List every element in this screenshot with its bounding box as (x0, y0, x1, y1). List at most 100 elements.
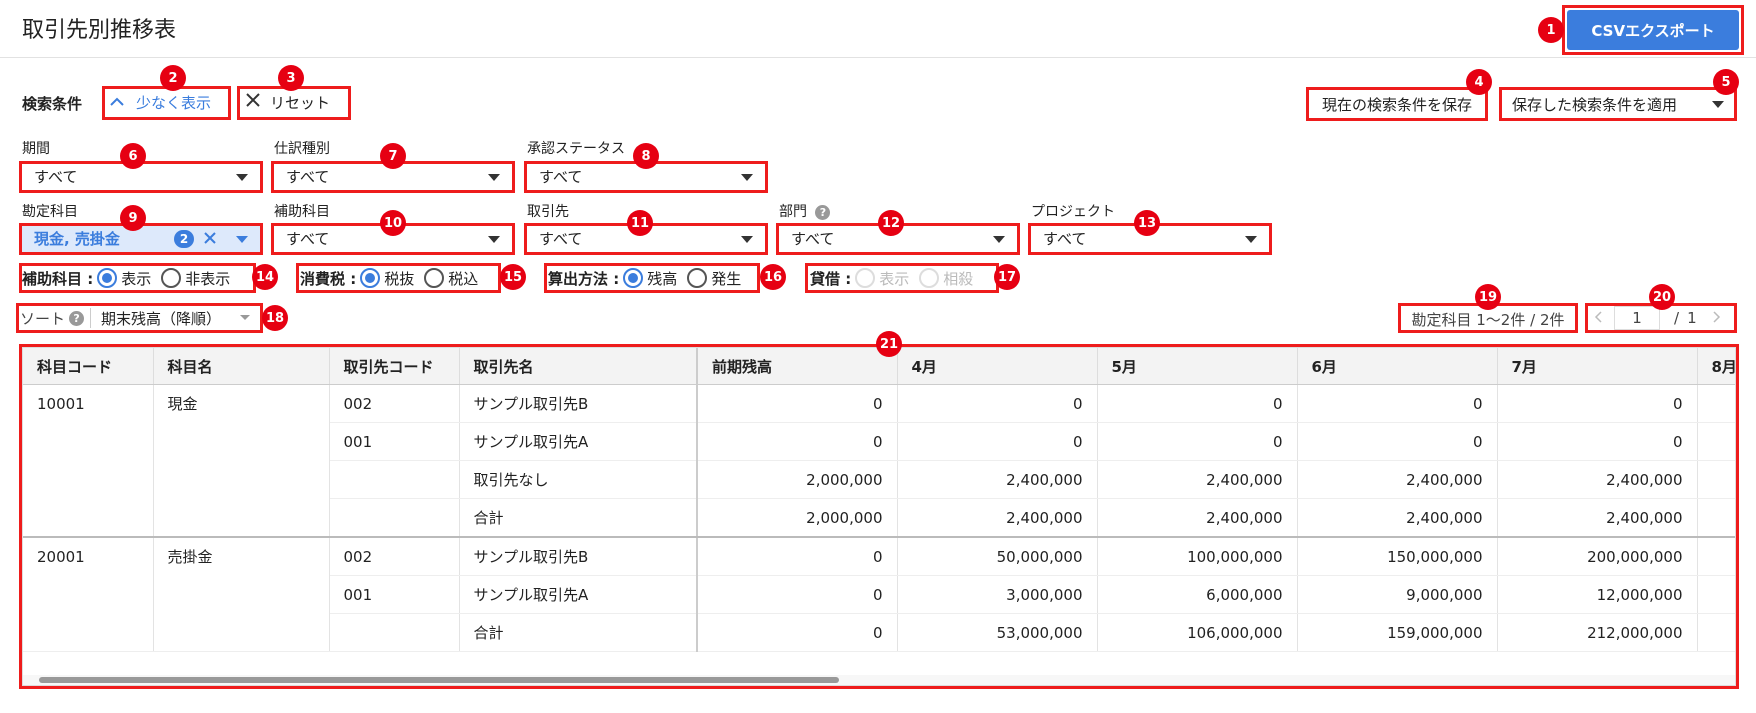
tax-option: 消費税 : 税抜 税込 (300, 266, 488, 290)
table-cell: サンプル取引先A (459, 575, 698, 614)
radio-icon (919, 268, 940, 288)
table-cell (329, 498, 460, 538)
column-header[interactable]: 7月 (1497, 348, 1698, 385)
column-header[interactable]: 科目名 (153, 348, 330, 385)
clear-icon[interactable] (204, 230, 216, 248)
apply-saved-label: 保存した検索条件を適用 (1512, 95, 1678, 114)
column-header[interactable]: 4月 (897, 348, 1098, 385)
page-separator: / (1674, 309, 1680, 327)
table-cell: 2,400,000 (1097, 498, 1298, 538)
table-cell: 9,000,000 (1297, 575, 1498, 614)
radio-balance[interactable]: 残高 (623, 268, 677, 289)
table-cell: 0 (897, 422, 1098, 461)
help-icon[interactable]: ? (69, 310, 85, 326)
help-icon[interactable]: ? (815, 204, 831, 220)
data-table-container[interactable]: 科目コード 科目名 取引先コード 取引先名 前期残高 4月 5月 6月 7月 8… (22, 347, 1736, 686)
table-cell: 002 (329, 384, 460, 423)
horizontal-scrollbar[interactable] (23, 675, 1735, 685)
save-search-button[interactable]: 現在の検索条件を保存 (1310, 89, 1484, 119)
table-cell: 2,400,000 (897, 498, 1098, 538)
badge-6: 6 (120, 143, 146, 169)
table-cell (23, 498, 154, 538)
table-cell: 150,000,000 (1297, 537, 1498, 576)
table-row: 001 サンプル取引先A 0 0 0 0 0 (23, 422, 1735, 461)
badge-16: 16 (760, 264, 786, 290)
chevron-down-icon (993, 235, 1005, 243)
period-select[interactable]: すべて (22, 163, 260, 191)
record-count: 勘定科目 1〜2件 / 2件 (1411, 310, 1565, 329)
sort-divider (90, 308, 92, 328)
table-cell: 159,000,000 (1297, 613, 1498, 652)
table-cell: 0 (697, 613, 898, 652)
table-row: 取引先なし 2,000,000 2,400,000 2,400,000 2,40… (23, 460, 1735, 499)
radio-tax-included-label: 税込 (448, 269, 479, 288)
csv-export-button[interactable]: CSVエクスポート (1567, 10, 1739, 50)
table-cell: 2,400,000 (1097, 460, 1298, 499)
column-header[interactable]: 取引先コード (329, 348, 460, 385)
page-input[interactable]: 1 (1614, 306, 1660, 330)
data-table: 科目コード 科目名 取引先コード 取引先名 前期残高 4月 5月 6月 7月 8… (23, 348, 1735, 652)
radio-dc-show[interactable]: 表示 (855, 268, 909, 289)
table-cell (1697, 384, 1735, 423)
radio-dc-offset[interactable]: 相殺 (919, 268, 973, 289)
sort-control[interactable]: ソート ? 期末残高（降順） (20, 305, 260, 331)
table-cell: 0 (697, 575, 898, 614)
page-title: 取引先別推移表 (22, 18, 177, 43)
table-cell: 53,000,000 (897, 613, 1098, 652)
table-cell: 100,000,000 (1097, 537, 1298, 576)
table-cell: 106,000,000 (1097, 613, 1298, 652)
account-select[interactable]: 現金, 売掛金 2 (22, 225, 260, 253)
badge-18: 18 (262, 305, 288, 331)
column-header[interactable]: 6月 (1297, 348, 1498, 385)
tax-option-label: 消費税 : (300, 269, 357, 288)
show-less-button[interactable]: 少なく表示 (104, 87, 228, 117)
table-cell: 6,000,000 (1097, 575, 1298, 614)
scrollbar-thumb[interactable] (39, 677, 839, 683)
badge-12: 12 (878, 210, 904, 236)
table-row: 001 サンプル取引先A 0 3,000,000 6,000,000 9,000… (23, 575, 1735, 614)
table-cell: 2,000,000 (697, 498, 898, 538)
table-cell (23, 422, 154, 461)
table-cell: サンプル取引先B (459, 384, 698, 423)
table-cell (23, 460, 154, 499)
radio-show[interactable]: 表示 (97, 268, 151, 289)
table-cell: 001 (329, 422, 460, 461)
column-header[interactable]: 科目コード (23, 348, 154, 385)
radio-icon (623, 268, 644, 288)
chevron-right-icon[interactable] (1707, 309, 1727, 327)
sort-label: ソート (20, 309, 66, 328)
reset-label: リセット (270, 93, 331, 112)
table-cell: サンプル取引先B (459, 537, 698, 576)
chevron-left-icon[interactable] (1588, 309, 1608, 327)
table-cell: 合計 (459, 498, 698, 538)
column-header[interactable]: 5月 (1097, 348, 1298, 385)
project-value: すべて (1043, 230, 1087, 248)
chevron-down-icon (741, 235, 753, 243)
debit-credit-option: 貸借 : 表示 相殺 (810, 266, 983, 290)
sub-account-option-label: 補助科目 : (22, 269, 94, 288)
chevron-up-icon (110, 94, 124, 110)
approval-status-label: 承認ステータス (527, 141, 625, 157)
badge-21: 21 (876, 331, 902, 357)
column-header[interactable]: 前期残高 (697, 348, 898, 385)
radio-icon (360, 268, 381, 288)
radio-icon (97, 268, 118, 288)
table-cell: 0 (1097, 422, 1298, 461)
reset-button[interactable]: リセット (240, 87, 348, 117)
badge-3: 3 (278, 65, 304, 91)
chevron-down-icon (488, 173, 500, 181)
radio-occurrence-label: 発生 (711, 269, 742, 288)
column-header[interactable]: 8月 (1697, 348, 1735, 385)
table-cell: 002 (329, 537, 460, 576)
table-cell: 50,000,000 (897, 537, 1098, 576)
apply-saved-search-dropdown[interactable]: 保存した検索条件を適用 (1502, 89, 1734, 119)
badge-7: 7 (380, 143, 406, 169)
radio-tax-included[interactable]: 税込 (424, 268, 478, 289)
radio-occurrence[interactable]: 発生 (687, 268, 741, 289)
radio-tax-excluded[interactable]: 税抜 (360, 268, 414, 289)
radio-hide[interactable]: 非表示 (161, 268, 230, 289)
table-cell: 0 (697, 384, 898, 423)
column-header[interactable]: 取引先名 (459, 348, 698, 385)
table-row: 合計 2,000,000 2,400,000 2,400,000 2,400,0… (23, 498, 1735, 538)
sub-account-value: すべて (286, 230, 330, 248)
